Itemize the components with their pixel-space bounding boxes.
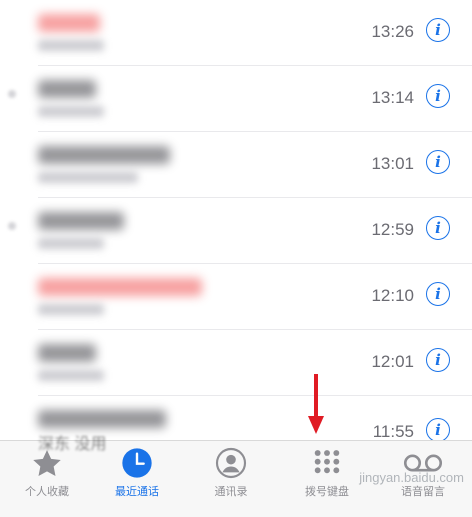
info-icon[interactable]: i <box>426 282 450 306</box>
call-time: 13:01 <box>371 154 414 173</box>
info-icon[interactable]: i <box>426 150 450 174</box>
caller-name-blurred <box>38 14 100 32</box>
call-row[interactable]: 13:01 i <box>0 132 472 198</box>
info-icon[interactable]: i <box>426 216 450 240</box>
tab-label: 个人收藏 <box>25 486 69 498</box>
caller-detail-blurred <box>38 238 104 249</box>
call-time: 12:10 <box>371 286 414 305</box>
call-time: 11:55 <box>372 422 414 440</box>
tab-label: 语音留言 <box>401 486 445 498</box>
call-status-icon <box>8 222 16 230</box>
call-row[interactable]: 12:01 i <box>0 330 472 396</box>
partially-hidden-row-text: 深东 没用 <box>38 436 107 453</box>
caller-detail-blurred <box>38 40 104 51</box>
tab-contacts[interactable]: 通讯录 <box>184 441 278 517</box>
call-time: 12:01 <box>371 352 414 371</box>
info-icon[interactable]: i <box>426 348 450 372</box>
caller-name-blurred <box>38 344 96 362</box>
info-icon[interactable]: i <box>426 18 450 42</box>
info-icon[interactable]: i <box>426 418 450 440</box>
caller-detail-blurred <box>38 172 138 183</box>
call-row[interactable]: 12:10 i <box>0 264 472 330</box>
call-row[interactable]: 12:59 i <box>0 198 472 264</box>
caller-name-blurred <box>38 80 96 98</box>
call-row[interactable]: 13:14 i <box>0 66 472 132</box>
call-time: 12:59 <box>371 220 414 239</box>
tab-label: 拨号键盘 <box>305 486 349 498</box>
info-icon[interactable]: i <box>426 84 450 108</box>
annotation-arrow-icon <box>308 374 324 434</box>
caller-name-blurred <box>38 278 202 296</box>
call-time: 13:26 <box>371 22 414 41</box>
recent-calls-list: 13:26 i 13:14 i 13:01 i 12:59 i 12:10 i <box>0 0 472 440</box>
tab-label: 通讯录 <box>214 486 248 498</box>
watermark: jingyan.baidu.com <box>359 470 464 485</box>
caller-name-blurred <box>38 212 124 230</box>
caller-detail-blurred <box>38 370 104 381</box>
caller-name-blurred <box>38 146 170 164</box>
keypad-icon <box>314 450 340 474</box>
call-time: 13:14 <box>371 88 414 107</box>
call-status-icon <box>8 90 16 98</box>
caller-name-blurred <box>38 410 166 428</box>
caller-detail-blurred <box>38 304 104 315</box>
call-row[interactable]: 13:26 i <box>0 0 472 66</box>
tab-label: 最近通话 <box>115 486 159 498</box>
clock-icon <box>122 448 152 478</box>
caller-detail-blurred <box>38 106 104 117</box>
person-circle-icon <box>215 447 247 479</box>
